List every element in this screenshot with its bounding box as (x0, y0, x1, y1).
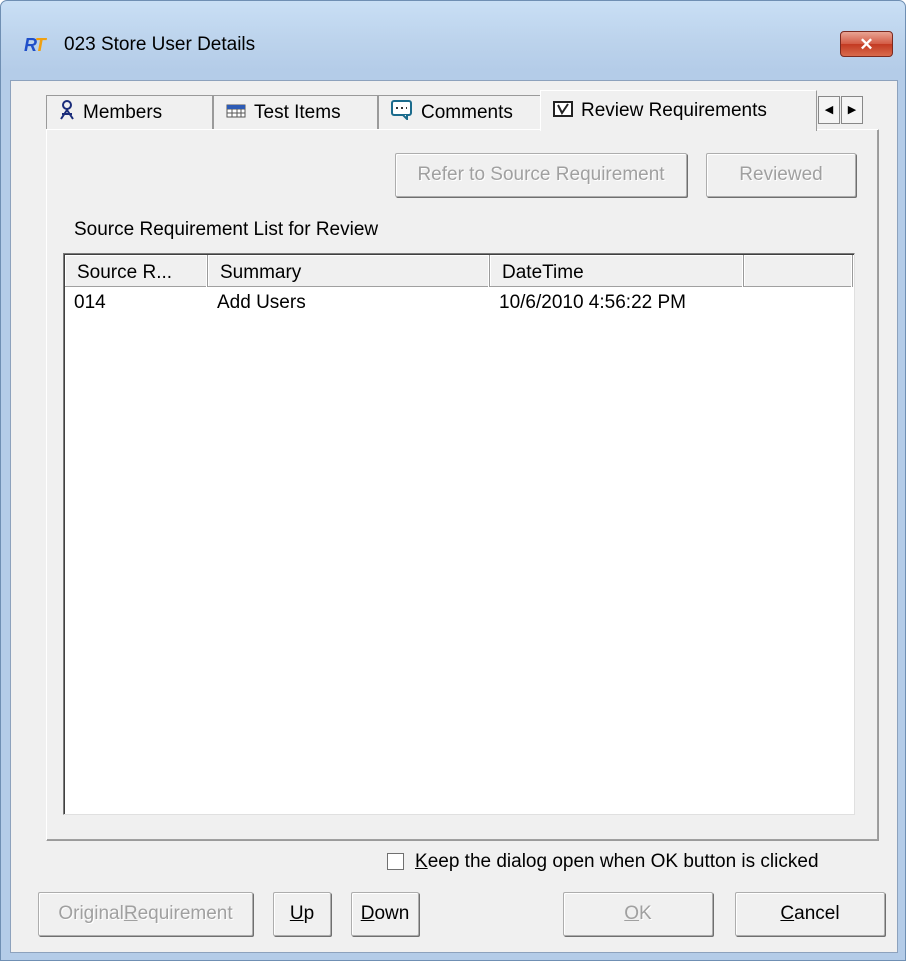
tab-comments[interactable]: Comments (378, 95, 541, 129)
person-icon (59, 100, 75, 125)
ok-button[interactable]: OK (563, 892, 713, 936)
column-header-summary[interactable]: Summary (208, 255, 490, 287)
tab-label: Test Items (254, 101, 341, 123)
app-logo-icon: RT (24, 35, 46, 55)
tab-scroll-right-button[interactable]: ▶ (841, 96, 863, 124)
source-requirement-list[interactable]: Source R... Summary DateTime 014 Add Use… (63, 253, 855, 815)
original-requirement-button[interactable]: Original Requirement (38, 892, 253, 936)
close-button[interactable]: ✕ (840, 31, 893, 57)
tab-label: Members (83, 101, 163, 123)
close-icon: ✕ (859, 35, 874, 54)
down-button[interactable]: Down (351, 892, 419, 936)
comment-icon (391, 100, 413, 125)
column-header-datetime[interactable]: DateTime (490, 255, 744, 287)
tab-label: Review Requirements (581, 100, 767, 121)
tab-label: Comments (421, 101, 513, 123)
keep-open-label[interactable]: Keep the dialog open when OK button is c… (415, 851, 819, 873)
column-header-filler (744, 255, 853, 287)
list-caption: Source Requirement List for Review (74, 219, 379, 240)
tab-members[interactable]: Members (46, 95, 213, 129)
checkbox-icon (553, 100, 573, 122)
title-bar[interactable]: RT 023 Store User Details ✕ (1, 1, 905, 79)
dialog-window: RT 023 Store User Details ✕ Members Test… (0, 0, 906, 961)
reviewed-button[interactable]: Reviewed (706, 153, 856, 197)
grid-icon (226, 102, 246, 123)
refer-to-source-requirement-button[interactable]: Refer to Source Requirement (395, 153, 687, 197)
arrow-right-icon: ▶ (847, 104, 857, 116)
table-row[interactable]: 014 Add Users 10/6/2010 4:56:22 PM (65, 292, 744, 314)
keep-open-checkbox[interactable] (387, 853, 404, 870)
tab-review-requirements[interactable]: Review Requirements (540, 90, 817, 131)
cell-summary: Add Users (217, 292, 306, 313)
tab-scroll-left-button[interactable]: ◀ (818, 96, 840, 124)
cell-datetime: 10/6/2010 4:56:22 PM (499, 292, 686, 313)
arrow-left-icon: ◀ (824, 104, 834, 116)
list-header: Source R... Summary DateTime (65, 255, 853, 287)
tab-test-items[interactable]: Test Items (213, 95, 378, 129)
window-title: 023 Store User Details (64, 34, 256, 55)
cell-source: 014 (74, 292, 106, 313)
cancel-button[interactable]: Cancel (735, 892, 885, 936)
column-header-source[interactable]: Source R... (65, 255, 208, 287)
up-button[interactable]: Up (273, 892, 331, 936)
